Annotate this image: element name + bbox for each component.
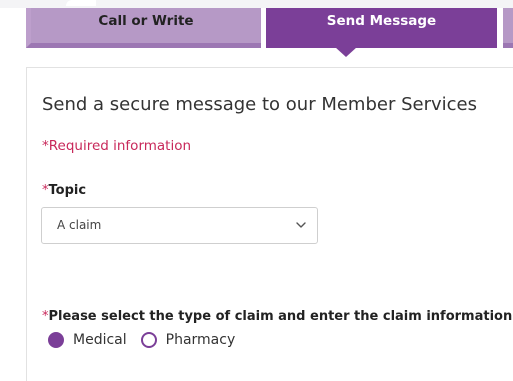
form-heading: Send a secure message to our Member Serv… bbox=[42, 94, 477, 115]
radio-medical-label: Medical bbox=[73, 332, 127, 348]
page: Call or Write Send Message Send a secure… bbox=[0, 0, 513, 381]
tab-next-partial[interactable] bbox=[503, 8, 513, 48]
top-strip-curve bbox=[66, 0, 96, 6]
tab-bar: Call or Write Send Message bbox=[26, 8, 513, 48]
claim-type-label: *Please select the type of claim and ent… bbox=[42, 309, 513, 324]
topic-label-text: Topic bbox=[48, 183, 87, 198]
required-information-note: *Required information bbox=[42, 138, 192, 154]
topic-label: *Topic bbox=[42, 183, 86, 198]
radio-pharmacy[interactable]: Pharmacy bbox=[140, 332, 236, 348]
radio-medical-circle[interactable] bbox=[48, 332, 64, 348]
tab-send-message[interactable]: Send Message bbox=[266, 8, 497, 48]
radio-medical[interactable]: Medical bbox=[48, 332, 127, 348]
topic-select[interactable]: A claim bbox=[41, 207, 318, 244]
tab-call-or-write[interactable]: Call or Write bbox=[26, 8, 261, 48]
claim-type-label-text: Please select the type of claim and ente… bbox=[48, 309, 513, 324]
tab-send-message-label: Send Message bbox=[326, 13, 437, 29]
claim-type-radio-group: Medical Pharmacy bbox=[48, 329, 249, 351]
top-strip bbox=[0, 0, 513, 8]
topic-select-value: A claim bbox=[57, 218, 102, 232]
radio-pharmacy-label: Pharmacy bbox=[165, 332, 236, 348]
chevron-down-icon bbox=[296, 222, 306, 228]
tab-call-or-write-label: Call or Write bbox=[98, 13, 194, 29]
active-tab-pointer bbox=[335, 47, 357, 57]
radio-pharmacy-circle[interactable] bbox=[140, 332, 157, 348]
